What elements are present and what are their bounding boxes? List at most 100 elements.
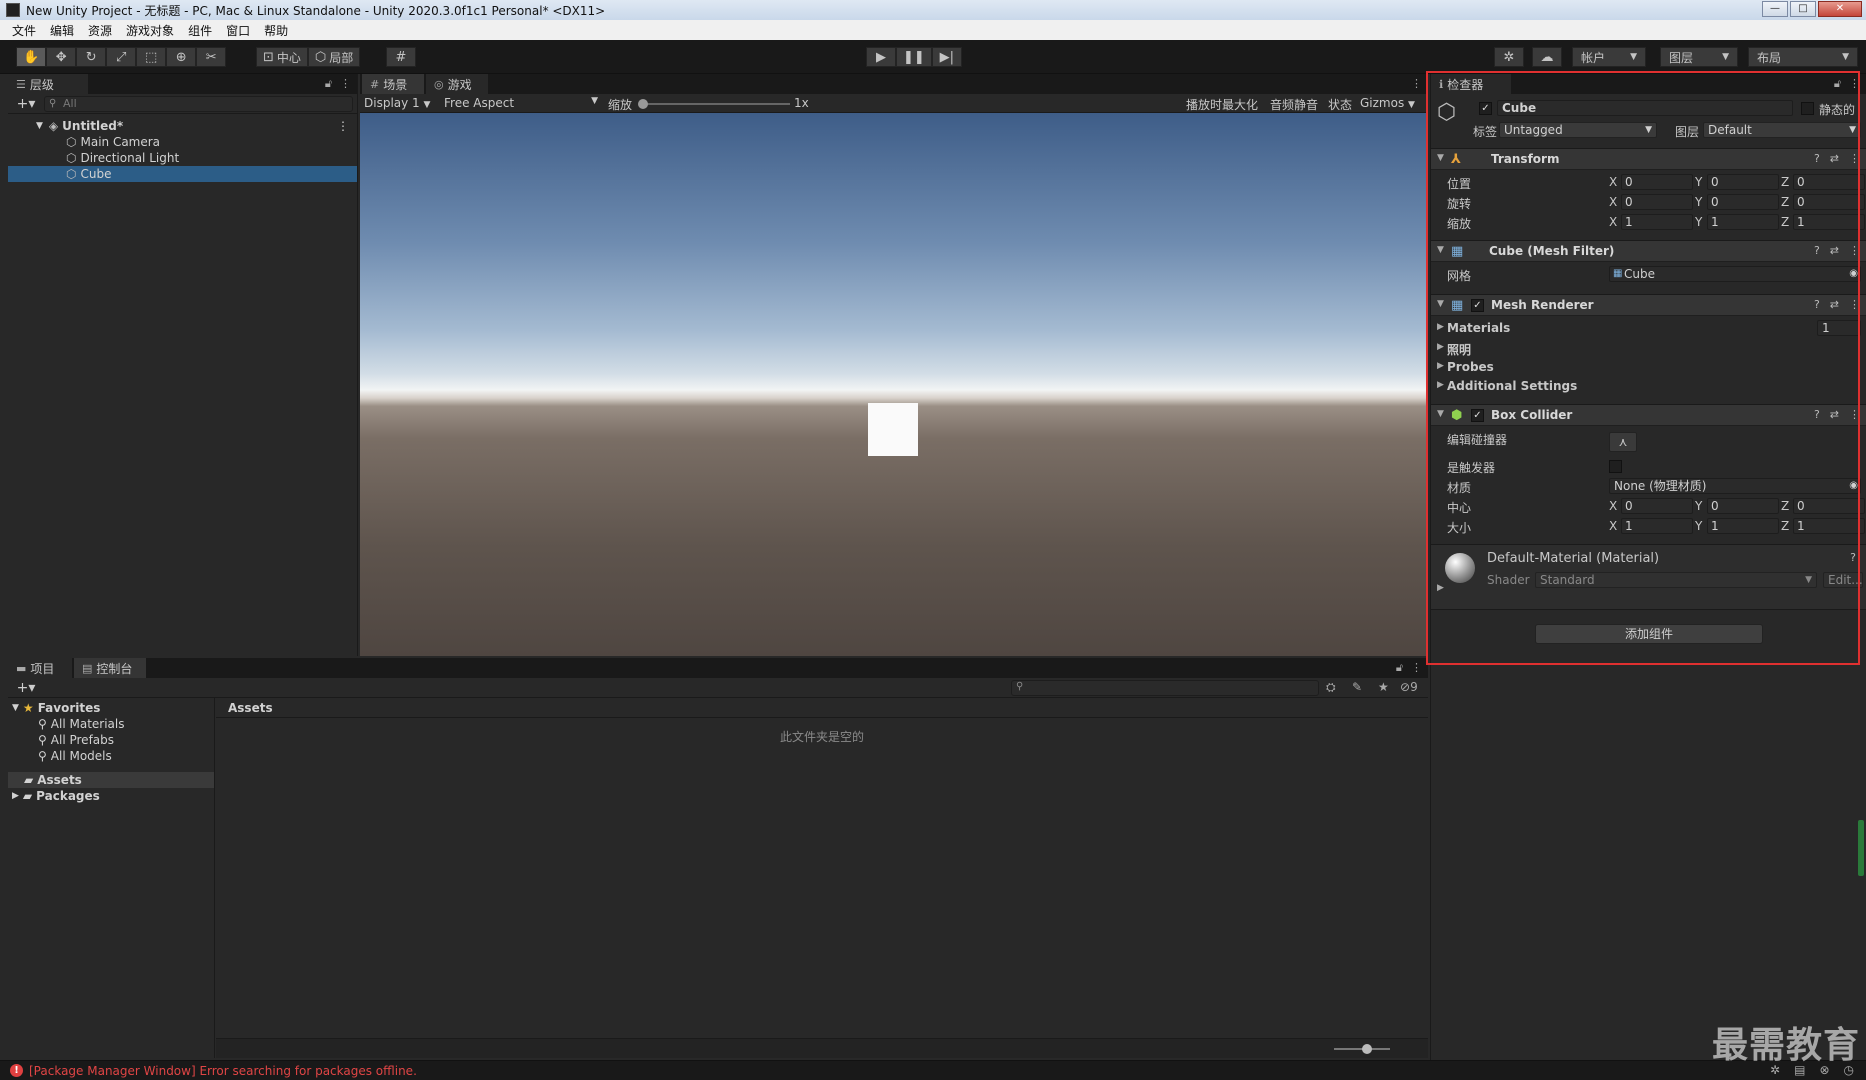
hidden-packages-toggle[interactable]: ⊘9	[1400, 680, 1418, 694]
active-checkbox[interactable]: ✓	[1479, 102, 1492, 115]
foldout-icon[interactable]: ▶	[1437, 361, 1444, 371]
space-toggle[interactable]: ⬡ 局部	[307, 47, 361, 67]
scene-row[interactable]: ▼ ◈ Untitled* ⋮	[8, 118, 357, 134]
mute-audio-toggle[interactable]: 音频静音	[1270, 96, 1318, 113]
pause-button[interactable]: ❚❚	[896, 47, 932, 67]
more-icon[interactable]: ⋮	[1849, 298, 1860, 311]
status-error-message[interactable]: [Package Manager Window] Error searching…	[29, 1064, 417, 1078]
foldout-icon[interactable]: ▶	[1437, 380, 1444, 390]
foldout-icon[interactable]: ▼	[1437, 409, 1444, 419]
menu-component[interactable]: 组件	[188, 22, 212, 39]
slider-knob[interactable]	[638, 99, 648, 109]
additional-settings-row[interactable]: ▶ Additional Settings	[1431, 378, 1866, 396]
layout-dropdown[interactable]: 布局 ▼	[1748, 47, 1858, 67]
help-icon[interactable]: ?	[1814, 408, 1820, 421]
gameobject-icon[interactable]: ⬡	[1437, 100, 1456, 125]
rect-tool-button[interactable]: ⬚	[136, 47, 167, 67]
more-icon[interactable]: ⋮	[1411, 77, 1422, 90]
layer-dropdown[interactable]: Default ▼	[1703, 122, 1861, 138]
foldout-icon[interactable]: ▼	[1437, 153, 1444, 163]
hierarchy-item-cube[interactable]: ⬡ Cube	[8, 166, 357, 182]
more-icon[interactable]: ⋮	[337, 119, 349, 133]
menu-file[interactable]: 文件	[12, 22, 36, 39]
materials-count-field[interactable]: 1	[1817, 320, 1861, 336]
stats-toggle[interactable]: 状态	[1328, 96, 1352, 113]
fav-all-models[interactable]: ⚲ All Models	[8, 748, 214, 764]
foldout-icon[interactable]: ▶	[1437, 342, 1444, 352]
aspect-dropdown[interactable]: Free Aspect ▼	[444, 96, 598, 110]
edit-collider-button[interactable]: ⋏	[1609, 432, 1637, 452]
menu-help[interactable]: 帮助	[264, 22, 288, 39]
pivot-toggle[interactable]: ⊡ 中心	[256, 47, 308, 67]
add-component-button[interactable]: 添加组件	[1535, 624, 1763, 644]
mesh-renderer-enabled-checkbox[interactable]: ✓	[1471, 299, 1484, 312]
tab-scene[interactable]: # 场景	[362, 74, 424, 94]
tab-console[interactable]: ▤ 控制台	[74, 658, 146, 678]
step-button[interactable]: ▶|	[931, 47, 962, 67]
move-tool-button[interactable]: ✥	[46, 47, 77, 67]
help-icon[interactable]: ?	[1814, 244, 1820, 257]
tab-inspector[interactable]: ℹ 检查器	[1431, 74, 1511, 94]
search-by-type-icon[interactable]: ⛭	[1326, 680, 1336, 695]
hierarchy-item-directional-light[interactable]: ⬡ Directional Light	[8, 150, 357, 166]
search-by-label-icon[interactable]: ✎	[1352, 680, 1362, 694]
icon-size-slider[interactable]	[1334, 1044, 1390, 1054]
preset-icon[interactable]: ⇄	[1830, 298, 1839, 311]
box-collider-enabled-checkbox[interactable]: ✓	[1471, 409, 1484, 422]
tab-project[interactable]: ▬ 项目	[8, 658, 72, 678]
mesh-renderer-header[interactable]: ▼ ▦ ✓ Mesh Renderer ? ⇄ ⋮	[1431, 294, 1866, 316]
gizmos-toggle[interactable]: Gizmos ▼	[1360, 96, 1415, 110]
foldout-icon[interactable]: ▼	[12, 703, 19, 713]
create-button[interactable]: +▾	[8, 96, 44, 112]
shader-edit-button[interactable]: Edit...	[1823, 572, 1863, 588]
more-icon[interactable]: ⋮	[1849, 152, 1860, 165]
foldout-icon[interactable]: ▼	[1437, 245, 1444, 255]
hand-tool-button[interactable]: ✋	[16, 47, 47, 67]
assets-folder[interactable]: ▰ Assets	[8, 772, 214, 788]
object-picker-icon[interactable]: ◉	[1849, 267, 1858, 281]
help-icon[interactable]: ?	[1850, 551, 1856, 564]
menu-edit[interactable]: 编辑	[50, 22, 74, 39]
transform-tool-button[interactable]: ⊕	[166, 47, 197, 67]
rotate-tool-button[interactable]: ↻	[76, 47, 107, 67]
scale-tool-button[interactable]: ⤢	[106, 47, 137, 67]
is-trigger-checkbox[interactable]	[1609, 460, 1622, 473]
game-canvas[interactable]	[360, 113, 1428, 656]
fav-all-materials[interactable]: ⚲ All Materials	[8, 716, 214, 732]
static-checkbox[interactable]	[1801, 102, 1814, 115]
box-collider-header[interactable]: ▼ ⬢ ✓ Box Collider ? ⇄ ⋮	[1431, 404, 1866, 426]
scrollbar[interactable]	[1858, 820, 1864, 876]
more-icon[interactable]: ⋮	[1849, 408, 1860, 421]
object-picker-icon[interactable]: ◉	[1849, 479, 1858, 493]
hierarchy-item-main-camera[interactable]: ⬡ Main Camera	[8, 134, 357, 150]
hierarchy-search-input[interactable]: ⚲ All	[44, 95, 353, 112]
custom-tool-button[interactable]: ✂	[196, 47, 227, 67]
tab-hierarchy[interactable]: ☰ 层级	[8, 74, 88, 94]
display-dropdown[interactable]: Display 1 ▼	[364, 96, 430, 110]
more-icon[interactable]: ⋮	[1849, 244, 1860, 257]
collab-button[interactable]: ✲	[1494, 47, 1524, 67]
favorites-row[interactable]: ▼ ★ Favorites	[8, 700, 214, 716]
more-icon[interactable]: ⋮	[1849, 77, 1860, 91]
close-button[interactable]: ✕	[1818, 1, 1862, 17]
maximize-on-play-toggle[interactable]: 播放时最大化	[1186, 96, 1258, 113]
probes-row[interactable]: ▶ Probes	[1431, 359, 1866, 377]
create-asset-button[interactable]: +▾	[8, 680, 44, 696]
favorite-star-icon[interactable]: ★	[1378, 680, 1389, 694]
object-name-field[interactable]: Cube	[1497, 100, 1793, 116]
more-icon[interactable]: ⋮	[1411, 661, 1422, 675]
preset-icon[interactable]: ⇄	[1830, 244, 1839, 257]
fav-all-prefabs[interactable]: ⚲ All Prefabs	[8, 732, 214, 748]
tab-game[interactable]: ◎ 游戏	[426, 74, 488, 94]
mesh-object-field[interactable]: ▦ Cube ◉	[1609, 266, 1861, 282]
minimize-button[interactable]: —	[1762, 1, 1788, 17]
menu-assets[interactable]: 资源	[88, 22, 112, 39]
menu-gameobject[interactable]: 游戏对象	[126, 22, 174, 39]
help-icon[interactable]: ?	[1814, 152, 1820, 165]
foldout-icon[interactable]: ▶	[1437, 322, 1444, 332]
grid-snap-button[interactable]: #	[386, 47, 416, 67]
account-dropdown[interactable]: 帐户 ▼	[1572, 47, 1646, 67]
packages-folder[interactable]: ▶ ▰ Packages	[8, 788, 214, 804]
maximize-button[interactable]: □	[1790, 1, 1816, 17]
foldout-icon[interactable]: ▼	[36, 121, 43, 131]
